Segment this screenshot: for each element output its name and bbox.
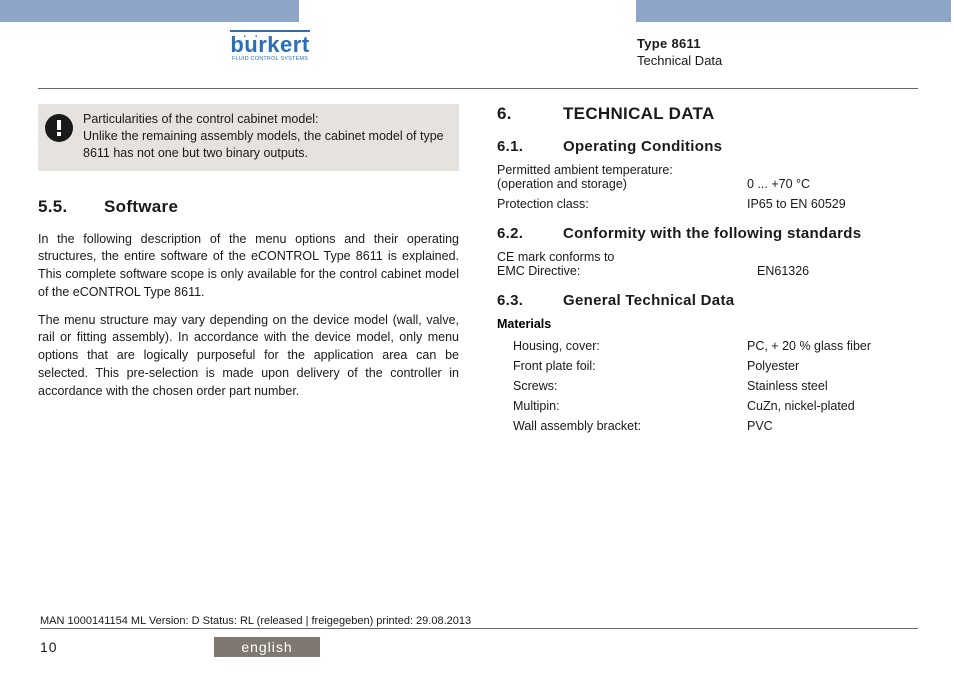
row-ce: CE mark conforms to EMC Directive: EN613…	[497, 250, 918, 278]
heading-5-5: 5.5. Software	[38, 197, 459, 217]
value: PC, + 20 % glass fiber	[747, 339, 918, 353]
page-number: 10	[40, 639, 58, 655]
label: Wall assembly bracket:	[497, 419, 747, 433]
heading-num: 6.1.	[497, 138, 539, 155]
row-housing: Housing, cover: PC, + 20 % glass fiber	[497, 339, 918, 353]
value: EN61326	[747, 264, 918, 278]
heading-6-1: 6.1. Operating Conditions	[497, 138, 918, 155]
value: CuZn, nickel-plated	[747, 399, 918, 413]
exclamation-icon	[45, 114, 73, 142]
label: Permitted ambient temperature: (operatio…	[497, 163, 747, 191]
label: Protection class:	[497, 197, 747, 211]
heading-title: TECHNICAL DATA	[563, 104, 715, 124]
top-color-bars	[0, 0, 954, 22]
paragraph-1: In the following description of the menu…	[38, 231, 459, 302]
heading-num: 6.	[497, 104, 539, 124]
value: PVC	[747, 419, 918, 433]
heading-num: 5.5.	[38, 197, 80, 217]
heading-title: Conformity with the following standards	[563, 225, 861, 242]
callout-line1: Particularities of the control cabinet m…	[83, 111, 449, 128]
row-screws: Screws: Stainless steel	[497, 379, 918, 393]
heading-title: Operating Conditions	[563, 138, 722, 155]
row-frontplate: Front plate foil: Polyester	[497, 359, 918, 373]
column-left: Particularities of the control cabinet m…	[38, 104, 459, 611]
callout-body: Particularities of the control cabinet m…	[83, 111, 449, 162]
value: Polyester	[747, 359, 918, 373]
label: CE mark conforms to EMC Directive:	[497, 250, 747, 278]
heading-title: General Technical Data	[563, 292, 734, 309]
header-section: Technical Data	[637, 53, 722, 68]
page-header: . . burkert FLUID CONTROL SYSTEMS Type 8…	[0, 30, 954, 78]
footer-metadata: MAN 1000141154 ML Version: D Status: RL …	[40, 615, 918, 629]
brand-line-icon	[230, 30, 309, 32]
heading-num: 6.2.	[497, 225, 539, 242]
top-bar-right	[636, 0, 951, 22]
top-bar-left	[0, 0, 299, 22]
brand-logo: . . burkert FLUID CONTROL SYSTEMS	[215, 32, 325, 62]
row-bracket: Wall assembly bracket: PVC	[497, 419, 918, 433]
paragraph-2: The menu structure may vary depending on…	[38, 312, 459, 401]
row-temp: Permitted ambient temperature: (operatio…	[497, 163, 918, 191]
label: Multipin:	[497, 399, 747, 413]
heading-6-3: 6.3. General Technical Data	[497, 292, 918, 309]
heading-6-2: 6.2. Conformity with the following stand…	[497, 225, 918, 242]
column-right: 6. TECHNICAL DATA 6.1. Operating Conditi…	[497, 104, 918, 611]
header-meta: Type 8611 Technical Data	[637, 36, 722, 68]
label: Front plate foil:	[497, 359, 747, 373]
brand-umlaut-icon: . .	[243, 29, 260, 40]
row-multipin: Multipin: CuZn, nickel-plated	[497, 399, 918, 413]
row-protection: Protection class: IP65 to EN 60529	[497, 197, 918, 211]
language-tab: english	[214, 637, 320, 657]
heading-title: Software	[104, 197, 178, 217]
main-content: Particularities of the control cabinet m…	[38, 104, 918, 611]
value: Stainless steel	[747, 379, 918, 393]
brand-name: . . burkert	[230, 32, 309, 58]
heading-num: 6.3.	[497, 292, 539, 309]
label: Housing, cover:	[497, 339, 747, 353]
value: IP65 to EN 60529	[747, 197, 918, 211]
note-callout: Particularities of the control cabinet m…	[38, 104, 459, 171]
label: Screws:	[497, 379, 747, 393]
callout-line2: Unlike the remaining assembly models, th…	[83, 128, 449, 162]
header-divider	[38, 88, 918, 89]
header-type: Type 8611	[637, 36, 722, 51]
value: 0 ... +70 °C	[747, 177, 918, 191]
heading-6: 6. TECHNICAL DATA	[497, 104, 918, 124]
materials-title: Materials	[497, 317, 918, 331]
